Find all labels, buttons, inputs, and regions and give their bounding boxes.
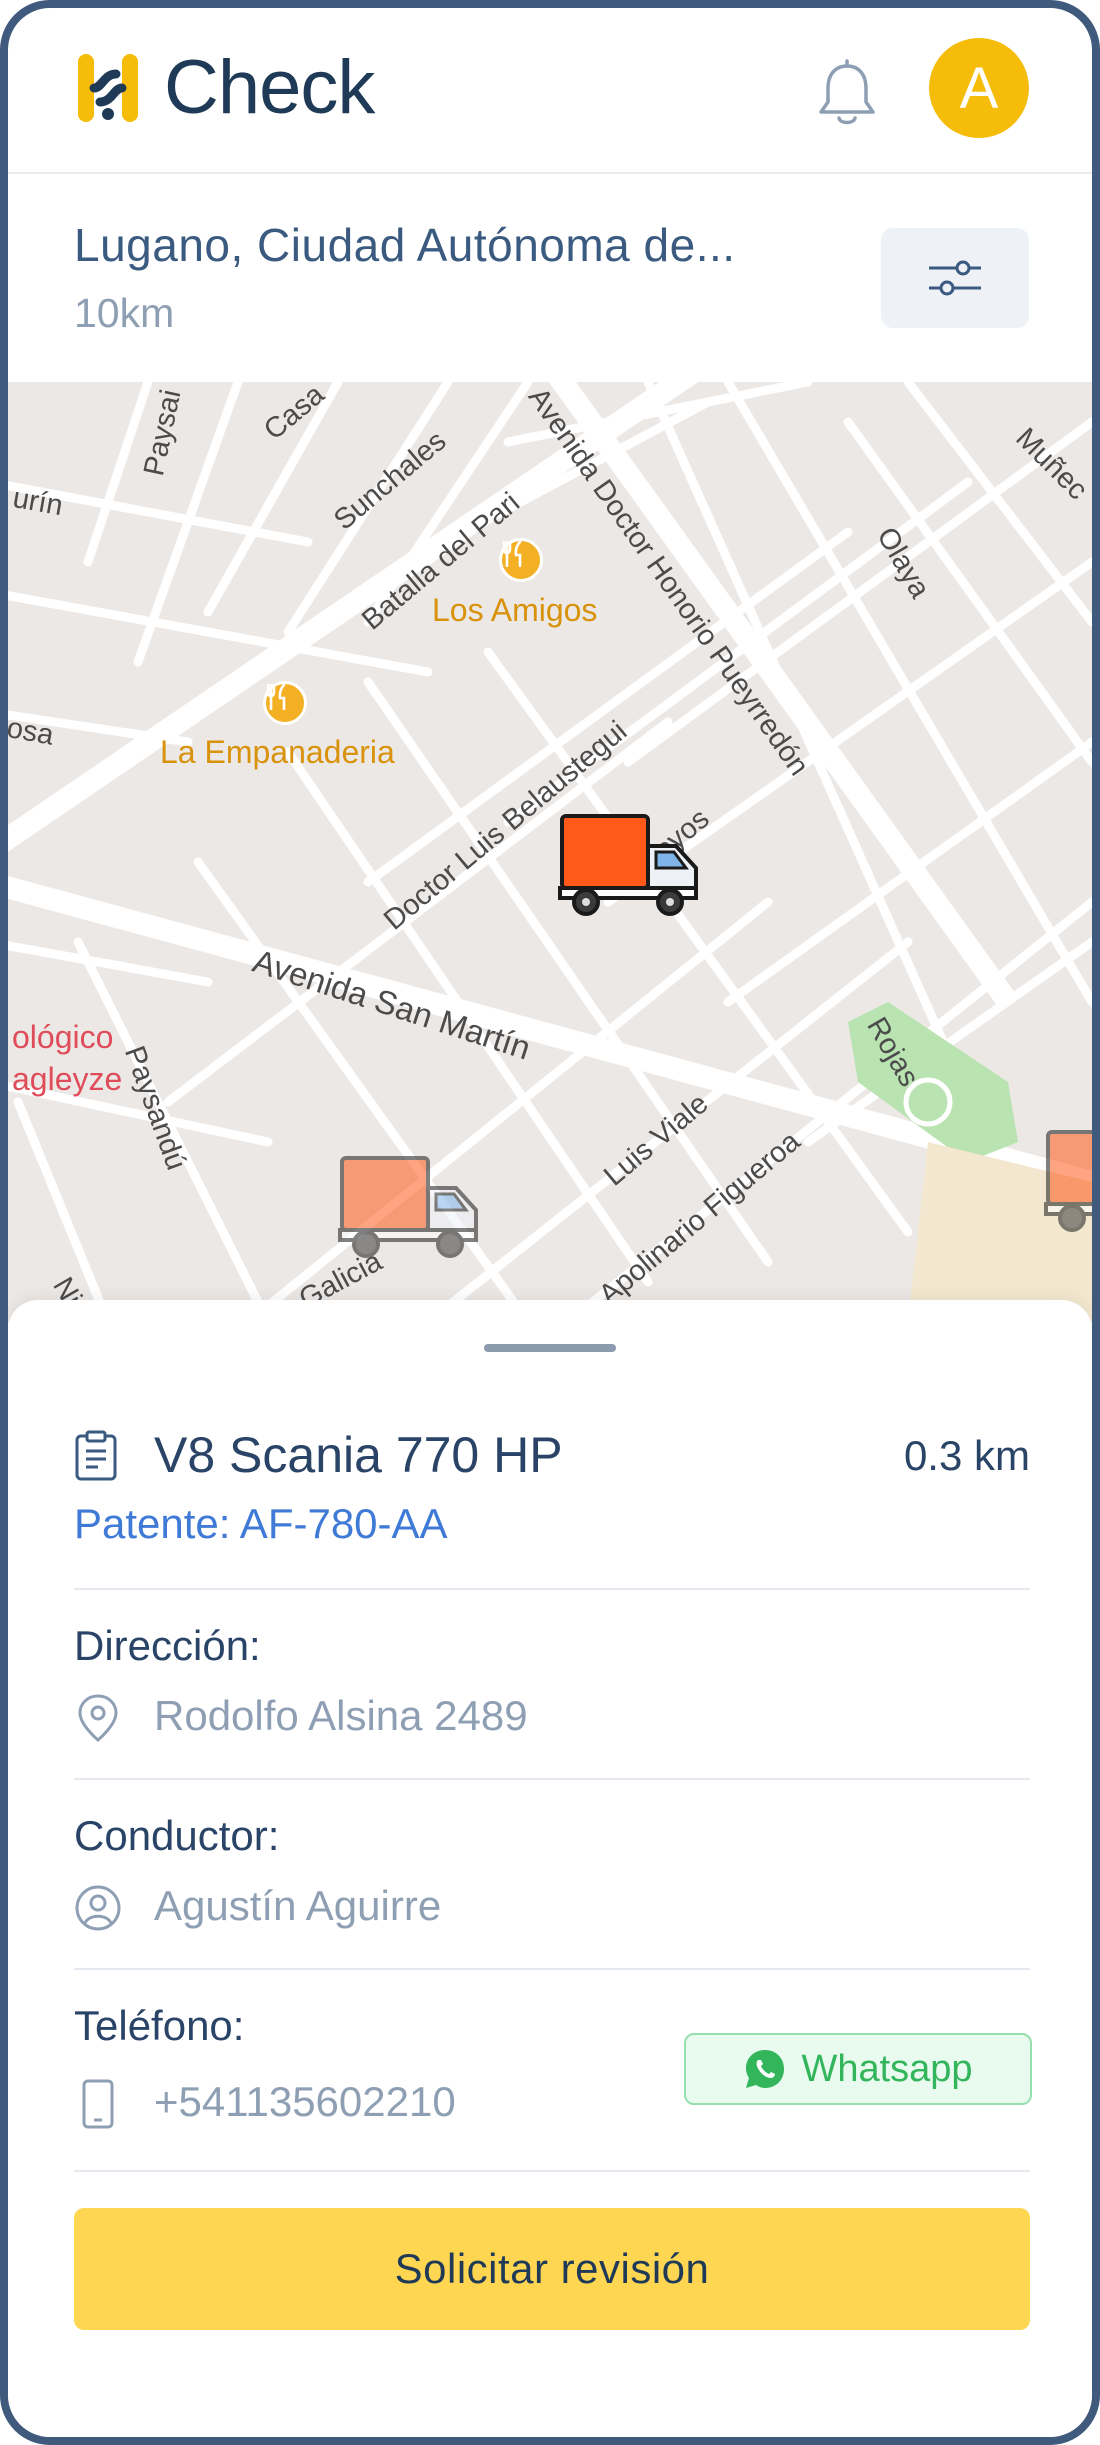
- divider: [74, 1778, 1030, 1780]
- truck-marker-icon[interactable]: [1042, 1126, 1092, 1232]
- map-view[interactable]: Paysai Casa Sunchales Batalla del Pari A…: [8, 382, 1092, 1322]
- sheet-drag-handle[interactable]: [484, 1344, 616, 1352]
- location-selector[interactable]: Lugano, Ciudad Autónoma de... 10km: [74, 218, 834, 337]
- brand-name: Check: [164, 45, 375, 130]
- vehicle-header: V8 Scania 770 HP 0.3 km: [74, 1425, 1030, 1485]
- vehicle-distance: 0.3 km: [903, 1432, 1030, 1479]
- location-radius: 10km: [74, 290, 175, 336]
- truck-marker-selected-icon[interactable]: [556, 810, 706, 916]
- divider: [74, 1968, 1030, 1970]
- map-streets: [8, 382, 1092, 1322]
- poi-label[interactable]: La Empanaderia: [160, 734, 395, 771]
- user-avatar[interactable]: A: [929, 38, 1029, 138]
- restaurant-pin-icon[interactable]: [499, 538, 543, 582]
- phone-label: Teléfono:: [74, 2002, 245, 2049]
- address-value: Rodolfo Alsina 2489: [154, 1692, 528, 1739]
- location-pin-icon: [78, 1694, 118, 1742]
- mobile-phone-icon: [82, 2079, 114, 2129]
- request-review-button[interactable]: Solicitar revisión: [74, 2208, 1030, 2330]
- user-circle-icon: [75, 1885, 121, 1931]
- whatsapp-label: Whatsapp: [801, 2047, 973, 2090]
- phone-value[interactable]: +541135602210: [154, 2078, 456, 2126]
- app-logo[interactable]: Check: [72, 45, 375, 130]
- whatsapp-button[interactable]: Whatsapp: [684, 2033, 1032, 2105]
- sliders-icon: [929, 260, 981, 296]
- clipboard-icon: [75, 1430, 117, 1481]
- brand-logo-icon: [78, 54, 138, 122]
- poi-label[interactable]: Los Amigos: [432, 592, 597, 629]
- notifications-bell-icon[interactable]: [814, 58, 880, 130]
- vehicle-plate: Patente: AF-780-AA: [74, 1500, 448, 1547]
- whatsapp-icon: [746, 2050, 785, 2088]
- poi-label-museum[interactable]: ológico agleyze: [12, 1016, 122, 1100]
- divider: [74, 2170, 1030, 2172]
- driver-value: Agustín Aguirre: [154, 1882, 442, 1929]
- location-name: Lugano, Ciudad Autónoma de...: [74, 219, 736, 271]
- vehicle-name: V8 Scania 770 HP: [154, 1427, 563, 1483]
- driver-label: Conductor:: [74, 1812, 280, 1859]
- street-label: osa: [8, 712, 57, 752]
- vehicle-detail-sheet: V8 Scania 770 HP 0.3 km Patente: AF-780-…: [8, 1300, 1092, 2437]
- app-header: Check A: [8, 8, 1092, 174]
- filter-button[interactable]: [881, 228, 1029, 328]
- address-label: Dirección:: [74, 1622, 261, 1669]
- divider: [74, 1588, 1030, 1590]
- app-frame: Check A Lugano, Ciudad Autónoma de... 10…: [0, 0, 1100, 2445]
- restaurant-pin-icon[interactable]: [263, 681, 307, 725]
- truck-marker-icon[interactable]: [336, 1152, 486, 1258]
